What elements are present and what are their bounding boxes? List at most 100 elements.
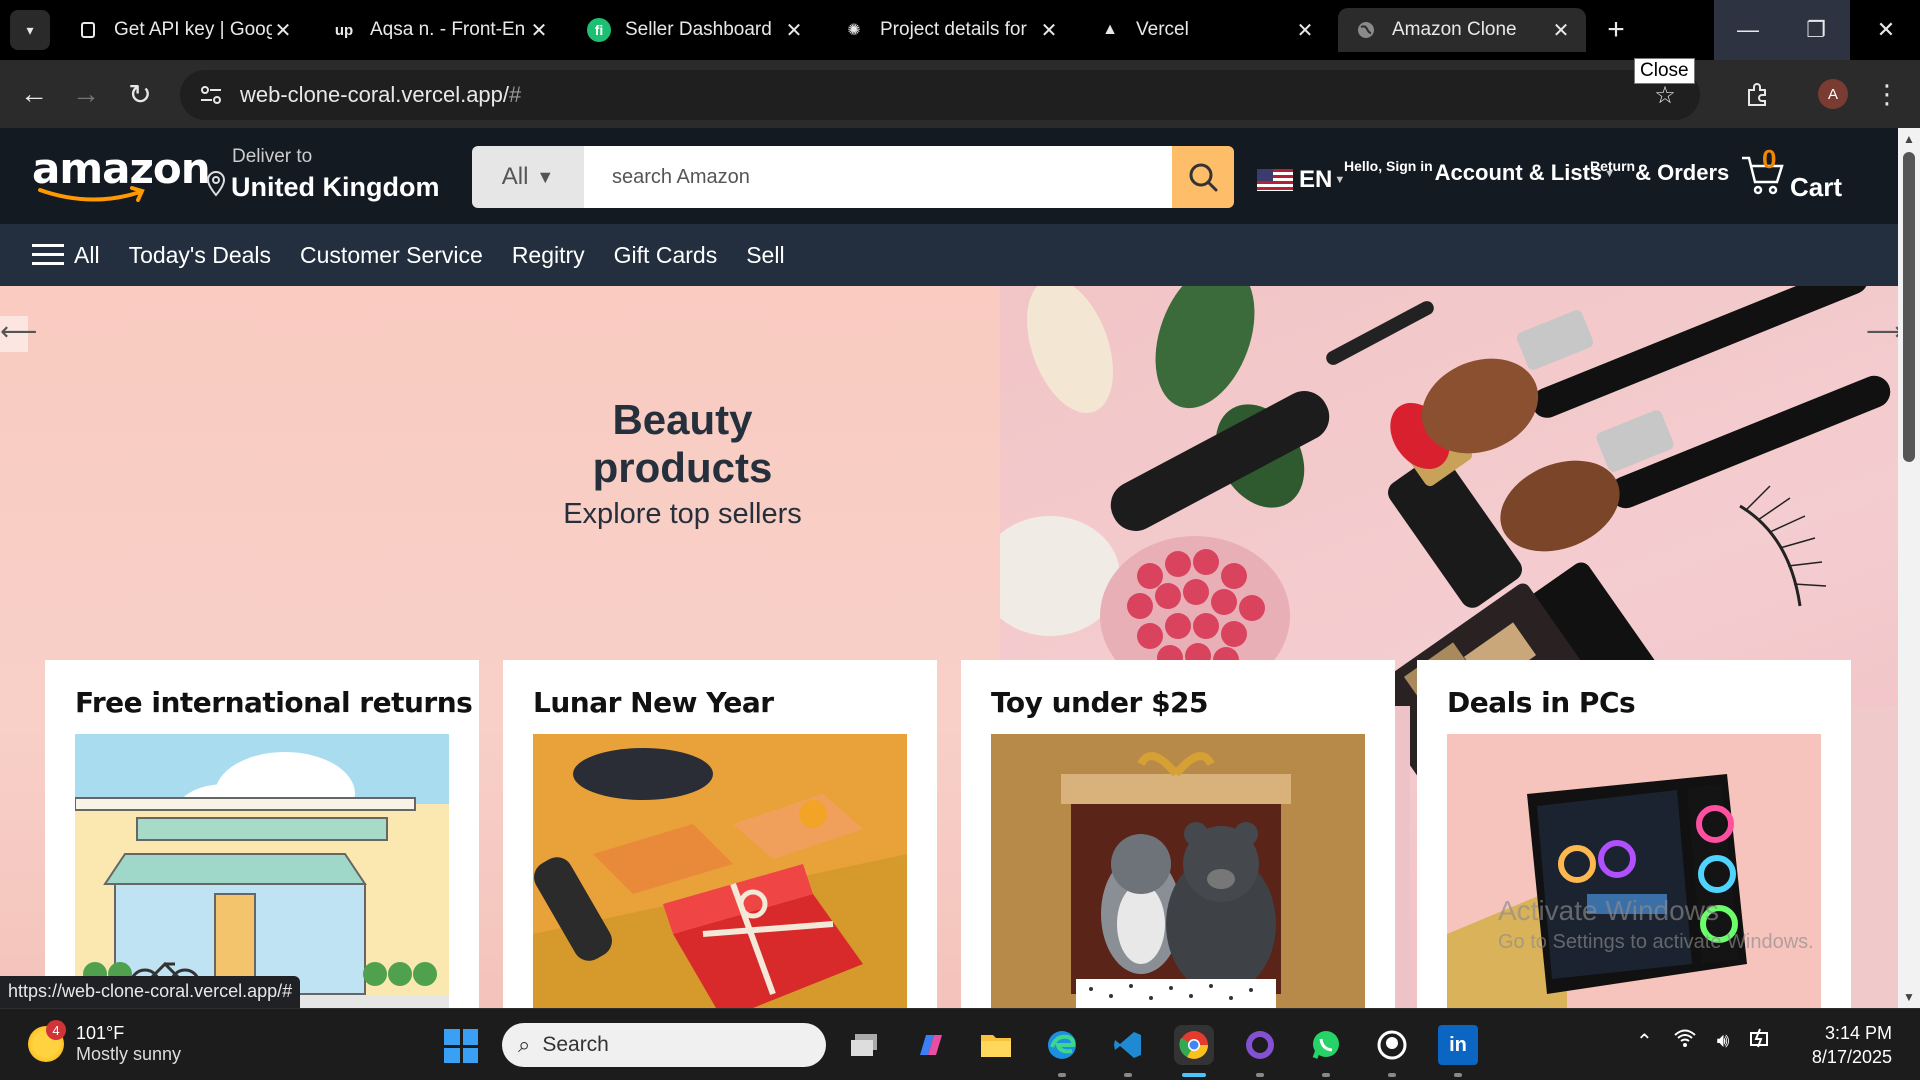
- taskbar-search[interactable]: ⌕ Search: [502, 1023, 826, 1067]
- copilot-icon[interactable]: [910, 1025, 950, 1065]
- deliver-to[interactable]: Deliver to United Kingdom: [205, 146, 439, 204]
- system-tray: ⌃ 🔊︎: [1636, 1027, 1773, 1055]
- app-running-indicator: [1124, 1073, 1132, 1077]
- tab-project-details[interactable]: ✺ Project details for ✕: [826, 8, 1074, 52]
- globe-icon: [1354, 18, 1378, 42]
- tab-get-api-key[interactable]: Get API key | Goog ✕: [60, 8, 308, 52]
- amazon-logo[interactable]: amazon: [32, 144, 211, 204]
- card-title: Toy under $25: [991, 686, 1209, 719]
- system-clock[interactable]: 3:14 PM 8/17/2025: [1800, 1021, 1892, 1069]
- profile-avatar[interactable]: A: [1818, 79, 1848, 109]
- vscode-icon[interactable]: [1108, 1025, 1148, 1065]
- tab-amazon-clone[interactable]: Amazon Clone ✕: [1338, 8, 1586, 52]
- battery-charging-icon[interactable]: [1749, 1027, 1773, 1055]
- account-lists[interactable]: Hello, Sign in Account & Lists ▼: [1344, 158, 1615, 186]
- clock-time: 3:14 PM: [1824, 1023, 1892, 1043]
- bookmark-star-icon[interactable]: ☆: [1650, 80, 1680, 110]
- nav-item-customer-service[interactable]: Customer Service: [300, 242, 483, 269]
- language-selector[interactable]: EN ▼: [1257, 166, 1345, 194]
- card-free-returns[interactable]: Free international returns: [45, 660, 479, 1008]
- file-explorer-icon[interactable]: [976, 1025, 1016, 1065]
- cart[interactable]: 0 Cart: [1740, 144, 1842, 203]
- tab-vercel[interactable]: ▲ Vercel ✕: [1082, 8, 1330, 52]
- search-icon: ⌕: [518, 1032, 531, 1057]
- app-active-indicator: [1182, 1073, 1206, 1077]
- browser-tab-bar: ▾ Get API key | Goog ✕ up Aqsa n. - Fron…: [0, 0, 1920, 60]
- linkedin-icon[interactable]: in: [1438, 1025, 1478, 1065]
- tab-title: Amazon Clone: [1392, 19, 1517, 40]
- scrollbar-thumb[interactable]: [1903, 152, 1915, 462]
- reload-icon[interactable]: ↻: [120, 74, 160, 114]
- new-tab-plus-icon[interactable]: +: [1598, 12, 1634, 48]
- nav-item-todays-deals[interactable]: Today's Deals: [129, 242, 271, 269]
- search-button[interactable]: [1172, 146, 1234, 208]
- nav-item-registry[interactable]: Regitry: [512, 242, 585, 269]
- close-tab-icon[interactable]: ✕: [783, 19, 805, 42]
- kebab-menu-icon[interactable]: ⋮: [1872, 74, 1902, 114]
- extensions-puzzle-icon[interactable]: [1737, 74, 1777, 114]
- tab-search-chevron-icon[interactable]: ▾: [10, 10, 50, 50]
- app-running-indicator: [1388, 1073, 1396, 1077]
- returns-orders[interactable]: Return & Orders: [1590, 158, 1730, 186]
- address-bar[interactable]: web-clone-coral.vercel.app/# ☆: [180, 70, 1700, 120]
- gifts-image: [533, 734, 907, 1008]
- forward-arrow-icon[interactable]: →: [66, 74, 106, 114]
- search-icon: [1189, 163, 1218, 192]
- close-tab-icon[interactable]: ✕: [272, 19, 294, 42]
- nav-item-all[interactable]: All: [32, 242, 100, 269]
- us-flag-icon: [1257, 169, 1293, 191]
- upwork-icon: up: [334, 21, 354, 39]
- tab-upwork[interactable]: up Aqsa n. - Front-En ✕: [316, 8, 564, 52]
- carousel-prev-arrow-icon[interactable]: ⟵: [0, 316, 37, 352]
- cart-count: 0: [1762, 144, 1777, 174]
- search-bar: All ▼: [472, 146, 1234, 208]
- card-lunar-new-year[interactable]: Lunar New Year: [503, 660, 937, 1008]
- site-info-tune-icon[interactable]: [186, 70, 236, 120]
- close-tab-icon[interactable]: ✕: [1294, 19, 1316, 42]
- restore-icon[interactable]: ❐: [1782, 0, 1850, 60]
- chrome-icon[interactable]: [1174, 1025, 1214, 1065]
- weather-temp: 101°F: [76, 1023, 125, 1043]
- scroll-up-icon[interactable]: ▲: [1902, 132, 1916, 146]
- nav-item-sell[interactable]: Sell: [746, 242, 784, 269]
- github-icon[interactable]: [1372, 1025, 1412, 1065]
- chevron-up-icon[interactable]: ⌃: [1636, 1029, 1653, 1054]
- whatsapp-icon[interactable]: [1306, 1025, 1346, 1065]
- account-label: Account & Lists: [1434, 160, 1603, 185]
- volume-icon[interactable]: 🔊︎: [1717, 1030, 1730, 1053]
- scroll-down-icon[interactable]: ▼: [1902, 990, 1916, 1004]
- close-tab-icon[interactable]: ✕: [1550, 19, 1572, 42]
- search-input[interactable]: [584, 146, 1172, 208]
- deliver-label: Deliver to: [232, 146, 313, 167]
- close-tab-icon[interactable]: ✕: [1038, 19, 1060, 42]
- close-tab-icon[interactable]: ✕: [528, 19, 550, 42]
- task-view-icon[interactable]: [844, 1025, 884, 1065]
- back-arrow-icon[interactable]: ←: [14, 74, 54, 114]
- orders-label: & Orders: [1635, 160, 1730, 185]
- returns-label: Return: [1590, 158, 1636, 174]
- url-text: web-clone-coral.vercel.app/#: [240, 82, 522, 107]
- link-status-url: https://web-clone-coral.vercel.app/#: [0, 976, 301, 1008]
- minimize-icon[interactable]: —: [1714, 0, 1782, 60]
- card-title: Free international returns: [75, 686, 473, 719]
- weather-widget[interactable]: 4 101°F Mostly sunny: [28, 1020, 181, 1065]
- app-running-indicator: [1058, 1073, 1066, 1077]
- github-desktop-icon[interactable]: [1240, 1025, 1280, 1065]
- browser-toolbar: ← → ↻ web-clone-coral.vercel.app/# ☆ A ⋮: [0, 60, 1920, 128]
- windows-start-icon[interactable]: [444, 1029, 478, 1063]
- activate-windows-watermark: Activate Windows Go to Settings to activ…: [1498, 895, 1814, 953]
- nav-item-gift-cards[interactable]: Gift Cards: [614, 242, 718, 269]
- card-deals-in-pcs[interactable]: Deals in PCs: [1417, 660, 1851, 1008]
- close-window-icon[interactable]: ✕: [1852, 0, 1920, 60]
- edge-icon[interactable]: [1042, 1025, 1082, 1065]
- card-toys-under-25[interactable]: Toy under $25: [961, 660, 1395, 1008]
- page-viewport: amazon Deliver to United Kingdom All ▼ s…: [0, 128, 1898, 1008]
- search-category-select[interactable]: All ▼: [472, 146, 584, 208]
- page-scrollbar[interactable]: ▲ ▼: [1898, 128, 1920, 1008]
- wifi-icon[interactable]: [1673, 1028, 1697, 1054]
- language-code: EN: [1299, 166, 1333, 193]
- clock-date: 8/17/2025: [1811, 1047, 1892, 1067]
- carousel-next-arrow-icon[interactable]: ⟶: [1866, 316, 1898, 347]
- tab-title: Project details for: [880, 19, 1027, 40]
- tab-seller-dashboard[interactable]: fi Seller Dashboard ✕: [571, 8, 819, 52]
